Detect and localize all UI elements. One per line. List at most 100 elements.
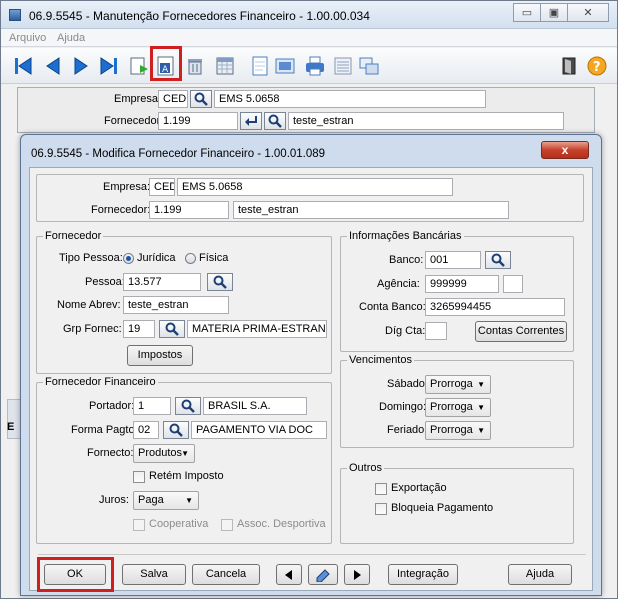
app-icon bbox=[9, 9, 21, 21]
ajuda-button[interactable]: Ajuda bbox=[508, 564, 572, 585]
modal-empresa-code: CED bbox=[149, 178, 175, 196]
grp-fornec-label: Grp Fornec: bbox=[63, 323, 122, 335]
exportacao-checkbox[interactable] bbox=[375, 483, 387, 495]
nome-abrev-label: Nome Abrev: bbox=[57, 299, 121, 311]
windows-button[interactable] bbox=[357, 54, 381, 78]
juridica-radio[interactable] bbox=[123, 253, 134, 264]
exportacao-label: Exportação bbox=[391, 482, 447, 494]
delete-button[interactable] bbox=[183, 54, 207, 78]
next-icon bbox=[74, 57, 88, 75]
menu-bar: Arquivo Ajuda bbox=[1, 29, 617, 47]
portador-code-field[interactable]: 1 bbox=[133, 397, 171, 415]
banco-label: Banco: bbox=[389, 254, 424, 266]
assoc-desportiva-label: Assoc. Desportiva bbox=[237, 518, 326, 530]
minimize-button[interactable]: ▭ bbox=[513, 3, 541, 22]
previous-button[interactable] bbox=[276, 564, 302, 585]
feriado-value: Prorroga bbox=[430, 424, 473, 436]
sabado-select[interactable]: Prorroga ▼ bbox=[425, 375, 491, 394]
add-icon bbox=[130, 57, 148, 75]
fornecedor-go-button[interactable] bbox=[240, 112, 262, 130]
modal-window: 06.9.5545 - Modifica Fornecedor Financei… bbox=[20, 134, 602, 596]
help-button[interactable]: ? bbox=[585, 54, 609, 78]
last-record-button[interactable] bbox=[97, 54, 121, 78]
pessoa-field[interactable]: 13.577 bbox=[123, 273, 201, 291]
modal-header-group: Empresa: CED EMS 5.0658 Fornecedor: 1.19… bbox=[36, 174, 584, 222]
list-button[interactable] bbox=[331, 54, 355, 78]
menu-ajuda[interactable]: Ajuda bbox=[57, 32, 85, 44]
grp-fornec-code-field[interactable]: 19 bbox=[123, 320, 155, 338]
juros-select[interactable]: Paga ▼ bbox=[133, 491, 199, 510]
forma-pagto-code-field[interactable]: 02 bbox=[133, 421, 159, 439]
bloqueia-pagamento-checkbox[interactable] bbox=[375, 503, 387, 515]
modal-empresa-name: EMS 5.0658 bbox=[177, 178, 453, 196]
conta-banco-label: Conta Banco: bbox=[359, 301, 426, 313]
fornecto-select[interactable]: Produtos ▼ bbox=[133, 444, 195, 463]
outros-group: Outros Exportação Bloqueia Pagamento bbox=[340, 462, 574, 544]
portador-search-button[interactable] bbox=[175, 397, 201, 415]
nome-abrev-field[interactable]: teste_estran bbox=[123, 296, 229, 314]
edit-button[interactable] bbox=[308, 564, 338, 585]
background-label: E bbox=[7, 421, 15, 433]
agencia-field[interactable]: 999999 bbox=[425, 275, 499, 293]
menu-arquivo[interactable]: Arquivo bbox=[9, 32, 46, 44]
retem-imposto-checkbox[interactable] bbox=[133, 471, 145, 483]
empresa-search-button[interactable] bbox=[190, 90, 212, 108]
integracao-button[interactable]: Integração bbox=[388, 564, 458, 585]
close-button[interactable]: ✕ bbox=[567, 3, 609, 22]
assoc-desportiva-checkbox[interactable] bbox=[221, 519, 233, 531]
exit-icon bbox=[562, 57, 576, 75]
calendar-button[interactable] bbox=[213, 54, 237, 78]
copy-button[interactable] bbox=[248, 54, 272, 78]
maximize-button[interactable]: ▣ bbox=[540, 3, 568, 22]
agencia-digit-field[interactable] bbox=[503, 275, 523, 293]
fornecedor-search-button[interactable] bbox=[264, 112, 286, 130]
impostos-button[interactable]: Impostos bbox=[127, 345, 193, 366]
modal-empresa-label: Empresa: bbox=[103, 181, 151, 193]
retem-imposto-label: Retém Imposto bbox=[149, 470, 224, 482]
pencil-icon bbox=[316, 569, 330, 583]
bancarias-group-title: Informações Bancárias bbox=[347, 230, 464, 242]
print-button[interactable] bbox=[303, 54, 327, 78]
footer-divider bbox=[38, 554, 586, 555]
add-button[interactable] bbox=[127, 54, 151, 78]
domingo-select[interactable]: Prorroga ▼ bbox=[425, 398, 491, 417]
juridica-label: Jurídica bbox=[137, 252, 176, 264]
search-icon bbox=[491, 253, 505, 267]
cooperativa-checkbox[interactable] bbox=[133, 519, 145, 531]
next-record-button[interactable] bbox=[69, 54, 93, 78]
fornecedor-code-field[interactable]: 1.199 bbox=[158, 112, 238, 130]
banco-field[interactable]: 001 bbox=[425, 251, 481, 269]
vencimentos-group: Vencimentos Sábado: Prorroga ▼ Domingo: … bbox=[340, 354, 574, 448]
forma-pagto-search-button[interactable] bbox=[163, 421, 189, 439]
exit-button[interactable] bbox=[557, 54, 581, 78]
fisica-radio[interactable] bbox=[185, 253, 196, 264]
contas-correntes-button[interactable]: Contas Correntes bbox=[475, 321, 567, 342]
agencia-label: Agência: bbox=[377, 278, 420, 290]
forma-pagto-name-field: PAGAMENTO VIA DOC bbox=[191, 421, 327, 439]
fornecedor-financeiro-group: Fornecedor Financeiro Portador: 1 BRASIL… bbox=[36, 376, 332, 544]
financeiro-group-title: Fornecedor Financeiro bbox=[43, 376, 158, 388]
first-record-button[interactable] bbox=[11, 54, 35, 78]
juros-value: Paga bbox=[138, 494, 164, 506]
salva-button[interactable]: Salva bbox=[122, 564, 186, 585]
pessoa-search-button[interactable] bbox=[207, 273, 233, 291]
feriado-select[interactable]: Prorroga ▼ bbox=[425, 421, 491, 440]
prev-record-button[interactable] bbox=[41, 54, 65, 78]
outros-group-title: Outros bbox=[347, 462, 385, 474]
cancela-button[interactable]: Cancela bbox=[192, 564, 260, 585]
search-icon bbox=[213, 275, 227, 289]
bancarias-group: Informações Bancárias Banco: 001 Agência… bbox=[340, 230, 574, 352]
banco-search-button[interactable] bbox=[485, 251, 511, 269]
grp-fornec-search-button[interactable] bbox=[159, 320, 185, 338]
empresa-code-field[interactable]: CED bbox=[158, 90, 188, 108]
chevron-down-icon: ▼ bbox=[477, 426, 485, 435]
next-button[interactable] bbox=[344, 564, 370, 585]
zoom-button[interactable] bbox=[273, 54, 297, 78]
modal-content: Empresa: CED EMS 5.0658 Fornecedor: 1.19… bbox=[29, 167, 593, 592]
modal-close-button[interactable]: x bbox=[541, 141, 589, 159]
dig-cta-field[interactable] bbox=[425, 322, 447, 340]
forma-pagto-label: Forma Pagto: bbox=[71, 424, 138, 436]
conta-banco-field[interactable]: 3265994455 bbox=[425, 298, 565, 316]
fornecedor-group: Fornecedor Tipo Pessoa: Jurídica Física … bbox=[36, 230, 332, 374]
chevron-down-icon: ▼ bbox=[477, 403, 485, 412]
